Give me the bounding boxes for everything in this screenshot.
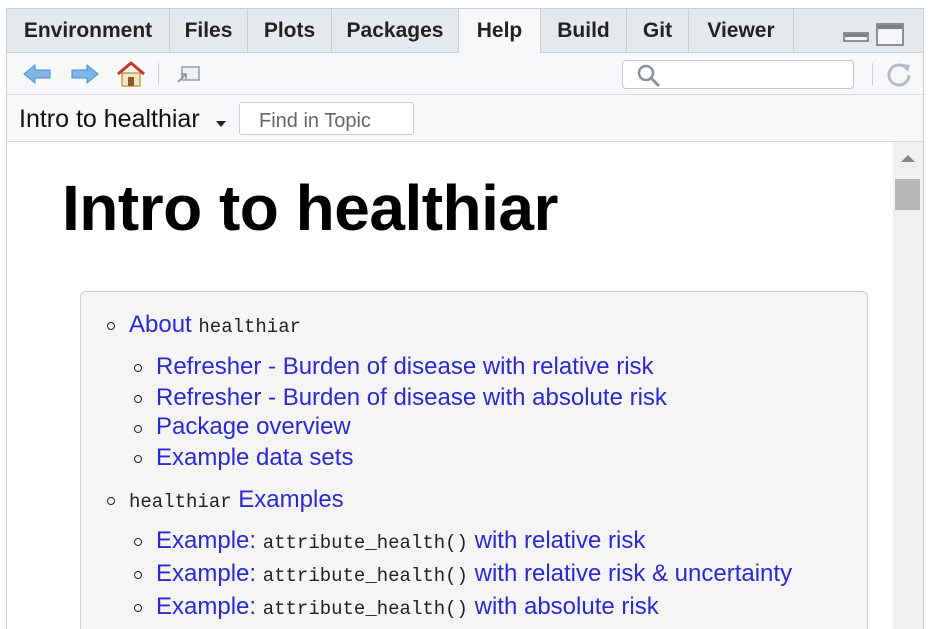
toc-item-package-overview[interactable]: Package overview — [156, 413, 351, 441]
list-bullet — [107, 322, 115, 330]
topic-dropdown[interactable]: Intro to healthiar — [19, 105, 227, 135]
list-bullet — [134, 395, 142, 403]
forward-button[interactable] — [67, 53, 103, 94]
show-in-new-window-button[interactable] — [171, 53, 205, 94]
toc-item-example-uncertainty[interactable]: Example: attribute_health() with relativ… — [156, 560, 792, 588]
tab-git[interactable]: Git — [627, 9, 689, 52]
scrollbar-thumb[interactable] — [895, 179, 920, 210]
toc-item-example-data[interactable]: Example data sets — [156, 444, 353, 472]
topic-title: Intro to healthiar — [19, 105, 200, 133]
tab-build[interactable]: Build — [541, 9, 627, 52]
find-in-topic-input[interactable]: Find in Topic — [239, 102, 414, 135]
toc-item-example-relative[interactable]: Example: attribute_health() with relativ… — [156, 527, 645, 555]
topic-bar: Intro to healthiar Find in Topic — [7, 95, 923, 142]
list-bullet — [107, 497, 115, 505]
help-content: Intro to healthiar About healthiar Refre… — [7, 142, 893, 629]
toolbar-divider-right — [872, 63, 873, 85]
back-button[interactable] — [19, 53, 55, 94]
help-toolbar — [7, 53, 923, 95]
tab-packages[interactable]: Packages — [332, 9, 459, 52]
toc-item-refresher-absolute[interactable]: Refresher - Burden of disease with absol… — [156, 384, 667, 412]
list-bullet — [134, 425, 142, 433]
forward-arrow-icon — [71, 63, 99, 84]
minimize-icon — [843, 32, 869, 42]
refresh-icon — [887, 63, 911, 86]
maximize-icon — [876, 23, 904, 46]
toc-item-examples[interactable]: healthiar Examples — [129, 486, 344, 514]
help-pane: Environment Files Plots Packages Help Bu… — [6, 8, 924, 629]
tab-bar: Environment Files Plots Packages Help Bu… — [7, 9, 923, 53]
toc-item-about[interactable]: About healthiar — [129, 311, 301, 339]
chevron-down-icon — [215, 106, 227, 135]
list-bullet — [134, 604, 142, 612]
vertical-scrollbar[interactable] — [893, 142, 923, 629]
table-of-contents: About healthiar Refresher - Burden of di… — [80, 291, 868, 629]
scroll-up-icon[interactable] — [893, 148, 923, 168]
page-title: Intro to healthiar — [62, 172, 558, 244]
toc-item-refresher-relative[interactable]: Refresher - Burden of disease with relat… — [156, 353, 654, 381]
list-bullet — [134, 571, 142, 579]
list-bullet — [134, 455, 142, 463]
tab-environment[interactable]: Environment — [7, 9, 170, 52]
tab-plots[interactable]: Plots — [248, 9, 332, 52]
toolbar-divider — [158, 63, 159, 85]
search-icon — [637, 64, 660, 87]
tab-files[interactable]: Files — [170, 9, 248, 52]
home-icon — [117, 61, 145, 87]
tab-help[interactable]: Help — [459, 9, 541, 53]
list-bullet — [134, 364, 142, 372]
show-in-new-window-icon — [177, 65, 200, 83]
maximize-pane-button[interactable] — [876, 23, 904, 52]
back-arrow-icon — [23, 63, 51, 84]
minimize-pane-button[interactable] — [843, 23, 869, 48]
help-search-input[interactable] — [622, 60, 854, 89]
home-button[interactable] — [113, 53, 149, 94]
list-bullet — [134, 538, 142, 546]
tab-viewer[interactable]: Viewer — [689, 9, 794, 52]
refresh-button[interactable] — [882, 53, 916, 94]
toc-item-example-absolute[interactable]: Example: attribute_health() with absolut… — [156, 593, 659, 621]
